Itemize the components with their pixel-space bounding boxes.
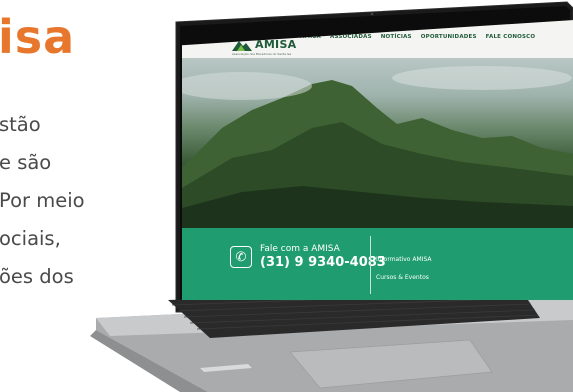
laptop-mockup: AMISA Associação dos Moradores do Santa …	[0, 0, 573, 392]
link-cursos-eventos[interactable]: Cursos & Eventos	[376, 274, 429, 281]
contact-label: Fale com a AMISA	[260, 244, 340, 254]
contact-band: ✆ Fale com a AMISA (31) 9 9340-4083 Info…	[182, 228, 573, 300]
logo-subtitle: Associação dos Moradores do Santa Isa	[232, 52, 292, 56]
mountain-landscape	[182, 66, 573, 228]
laptop-screen: AMISA Associação dos Moradores do Santa …	[182, 20, 573, 300]
nav-item-noticias[interactable]: NOTÍCIAS	[381, 34, 412, 40]
nav-item-oportunidades[interactable]: OPORTUNIDADES	[421, 34, 477, 40]
nav-item-fale-conosco[interactable]: FALE CONOSCO	[486, 34, 536, 40]
link-informativo[interactable]: Informativo AMISA	[376, 256, 431, 263]
hero-image	[182, 58, 573, 228]
phone-number[interactable]: (31) 9 9340-4083	[260, 255, 386, 270]
phone-icon[interactable]: ✆	[230, 246, 252, 268]
band-divider	[370, 236, 371, 294]
